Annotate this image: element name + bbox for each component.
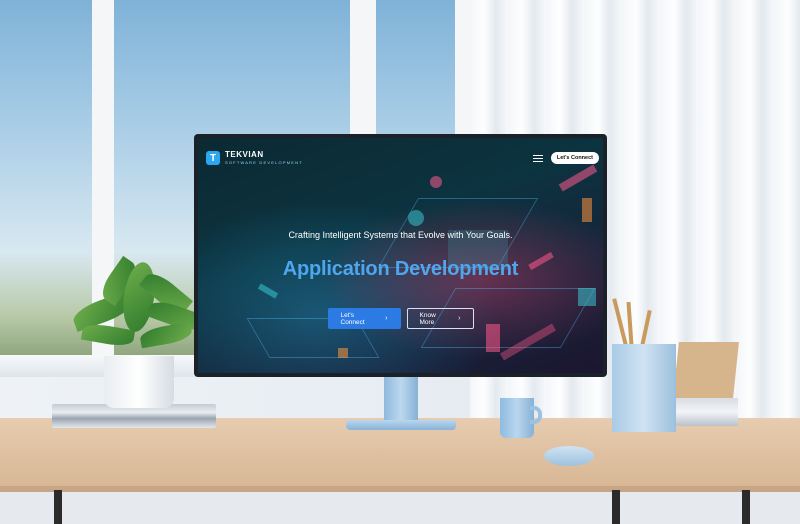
brand[interactable]: TEKVIAN SOFTWARE DEVELOPMENT (225, 151, 303, 165)
lets-connect-button[interactable]: Let's Connect › (327, 308, 401, 329)
floor (0, 492, 800, 524)
monitor-stand (384, 376, 418, 424)
desk-edge (0, 486, 800, 492)
monitor: T TEKVIAN SOFTWARE DEVELOPMENT Let's Con… (194, 134, 607, 377)
monitor-base (346, 420, 456, 430)
nav-lets-connect-button[interactable]: Let's Connect (550, 152, 599, 164)
brand-name: TEKVIAN (225, 150, 264, 159)
desk-leg (54, 490, 62, 524)
tekvian-logo-icon[interactable]: T (206, 151, 220, 165)
hamburger-menu-icon[interactable] (532, 154, 543, 162)
know-more-button[interactable]: Know More › (406, 308, 474, 329)
coffee-mug (500, 398, 534, 438)
desk-leg (612, 490, 620, 524)
picture-frame (673, 342, 739, 398)
brand-subtitle: SOFTWARE DEVELOPMENT (225, 160, 303, 165)
book-stack (676, 398, 738, 426)
hero-title: Application Development (282, 258, 519, 280)
chevron-right-icon: › (385, 315, 388, 322)
site-header: T TEKVIAN SOFTWARE DEVELOPMENT Let's Con… (206, 148, 599, 168)
lets-connect-label: Let's Connect (340, 311, 365, 326)
desk-leg (742, 490, 750, 524)
website-screen: T TEKVIAN SOFTWARE DEVELOPMENT Let's Con… (198, 138, 603, 373)
mouse (544, 446, 594, 466)
chevron-right-icon: › (458, 315, 461, 322)
hero-buttons: Let's Connect › Know More › (198, 308, 603, 329)
know-more-label: Know More (419, 311, 436, 326)
hero-tagline: Crafting Intelligent Systems that Evolve… (288, 230, 513, 240)
